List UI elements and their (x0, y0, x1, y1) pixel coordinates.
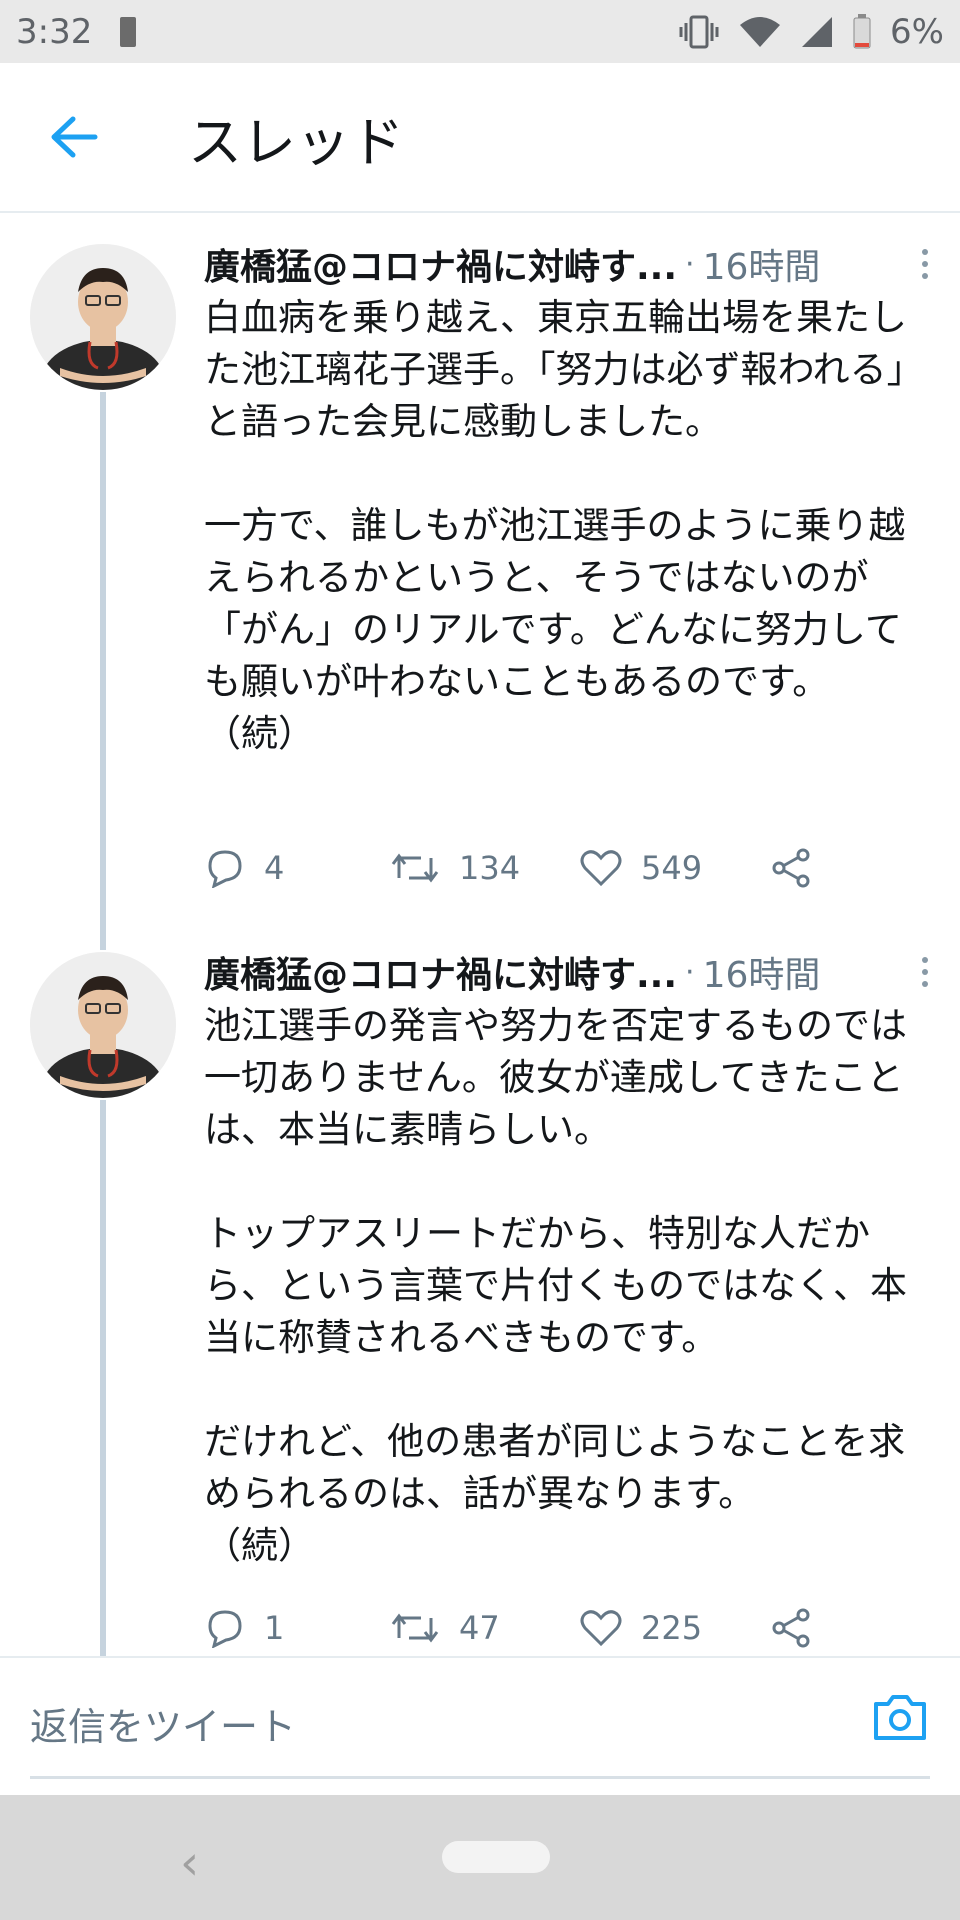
tweet-actions: 1 47 225 (204, 1598, 844, 1658)
status-bar: 3:32 6% (0, 0, 960, 63)
tweet-header: 廣橋猛@コロナ禍に対峙す... · 16時間 (204, 944, 940, 1000)
nav-home-pill[interactable] (442, 1841, 550, 1873)
avatar[interactable] (30, 952, 176, 1098)
battery-alert-icon (120, 16, 137, 47)
avatar[interactable] (30, 244, 176, 390)
retweet-button[interactable]: 47 (389, 1608, 579, 1648)
heart-icon (580, 850, 622, 887)
like-button[interactable]: 549 (579, 848, 769, 888)
reply-icon (208, 850, 242, 888)
battery-icon (853, 13, 871, 48)
tweet-text-content: 池江選手の発言や努力を否定するものでは一切ありません。彼女が達成してきたことは、… (204, 1004, 907, 1567)
system-nav-bar: ‹ (0, 1795, 960, 1920)
status-time: 3:32 (16, 11, 93, 52)
thread-line (100, 392, 106, 950)
retweet-icon (391, 853, 439, 883)
reply-icon (208, 1610, 242, 1648)
author-name[interactable]: 廣橋猛@コロナ禍に対峙す... (204, 946, 677, 998)
signal-icon (802, 16, 833, 47)
vibrate-icon (679, 15, 719, 48)
separator: · (685, 954, 695, 990)
tweet-text: 白血病を乗り越え、東京五輪出場を果たした池江璃花子選手。「努力は必ず報われる」と… (204, 292, 934, 760)
author-name[interactable]: 廣橋猛@コロナ禍に対峙す... (204, 238, 677, 290)
wifi-icon (740, 16, 781, 47)
tweet-text-content: 白血病を乗り越え、東京五輪出場を果たした池江璃花子選手。「努力は必ず報われる」と… (204, 296, 924, 755)
reply-input-underline (30, 1776, 930, 1779)
reply-button[interactable]: 1 (204, 1608, 389, 1648)
thread-line (100, 1100, 106, 1656)
tweet-time[interactable]: 16時間 (703, 946, 821, 998)
tweet-actions: 4 134 549 (204, 838, 844, 898)
tweet-time[interactable]: 16時間 (703, 238, 821, 290)
like-button[interactable]: 225 (579, 1608, 769, 1648)
separator: · (685, 246, 695, 282)
back-button[interactable] (34, 97, 114, 177)
share-icon (772, 1608, 810, 1648)
app-header: スレッド (0, 63, 960, 213)
reply-button[interactable]: 4 (204, 848, 389, 888)
reply-composer: 返信をツイート (0, 1656, 960, 1779)
nav-back-icon[interactable]: ‹ (180, 1835, 199, 1891)
share-button[interactable] (769, 1607, 831, 1649)
reply-input[interactable]: 返信をツイート (30, 1696, 296, 1751)
arrow-left-icon (51, 116, 98, 158)
retweet-count: 47 (459, 1609, 500, 1647)
retweet-button[interactable]: 134 (389, 848, 579, 888)
share-button[interactable] (769, 847, 831, 889)
tweet-text: 池江選手の発言や努力を否定するものでは一切ありません。彼女が達成してきたことは、… (204, 1000, 934, 1572)
camera-icon[interactable] (870, 1688, 930, 1748)
heart-icon (580, 1610, 622, 1647)
tweet-header: 廣橋猛@コロナ禍に対峙す... · 16時間 (204, 236, 940, 292)
share-icon (772, 848, 810, 888)
retweet-count: 134 (459, 849, 521, 887)
like-count: 549 (641, 849, 703, 887)
battery-percent: 6% (890, 11, 944, 52)
more-options-icon[interactable] (910, 947, 940, 997)
more-options-icon[interactable] (910, 239, 940, 289)
reply-count: 4 (264, 849, 285, 887)
reply-count: 1 (264, 1609, 285, 1647)
like-count: 225 (641, 1609, 703, 1647)
retweet-icon (391, 1613, 439, 1643)
page-title: スレッド (188, 110, 404, 174)
